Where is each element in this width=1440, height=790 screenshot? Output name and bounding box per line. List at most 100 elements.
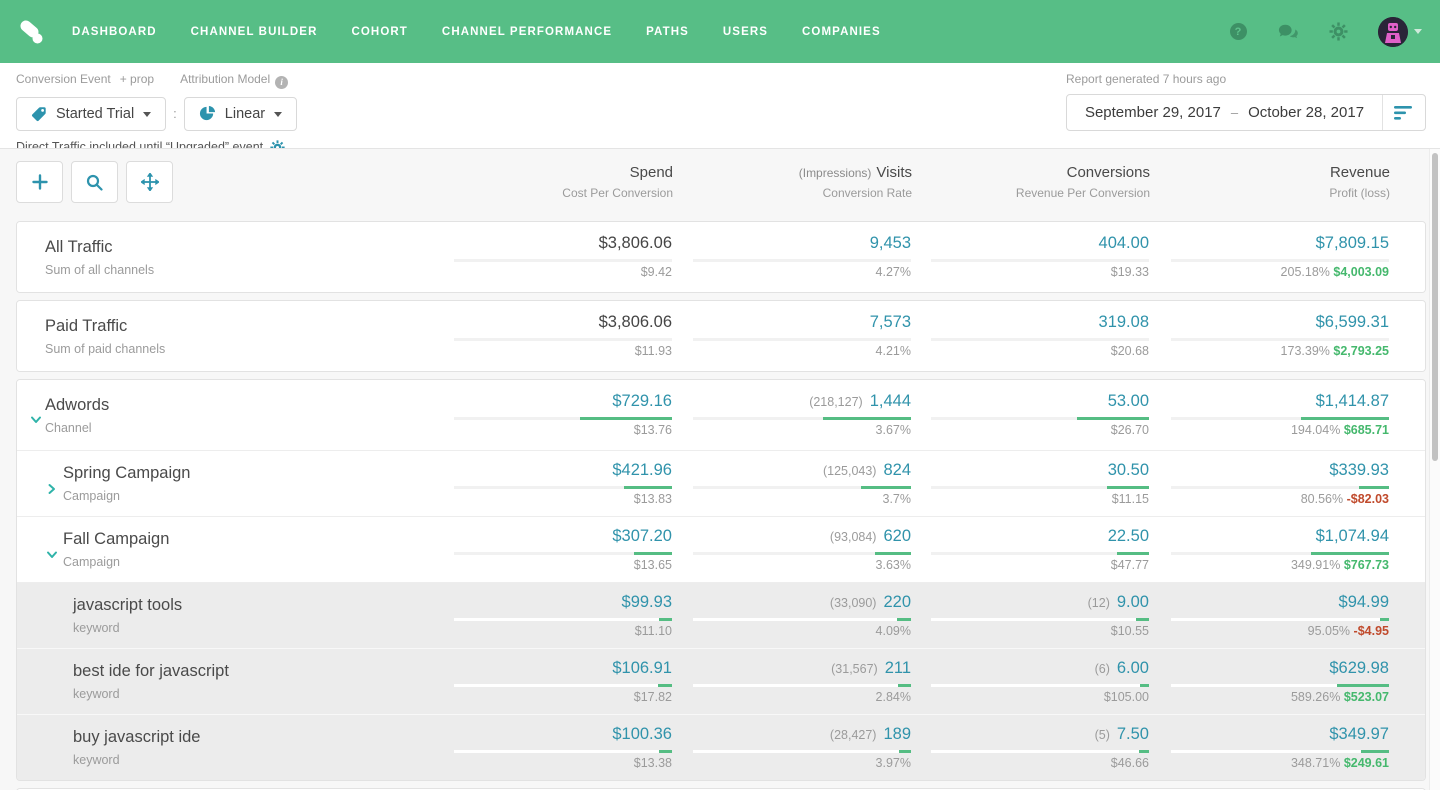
revenue-value[interactable]: $7,809.15 — [1316, 234, 1389, 253]
visits-cell: (218,127)1,444 3.67% — [672, 380, 911, 450]
row-title: Fall Campaign — [63, 530, 169, 549]
chat-icon[interactable] — [1278, 22, 1298, 42]
conversions-value[interactable]: 404.00 — [1099, 234, 1149, 253]
table-row[interactable]: All Traffic Sum of all channels $3,806.0… — [17, 222, 1425, 292]
add-prop-link[interactable]: + prop — [120, 72, 154, 89]
expander-icon[interactable] — [30, 414, 42, 426]
revenue-cell: $1,414.87 194.04% $685.71 — [1149, 380, 1389, 450]
revenue-value[interactable]: $629.98 — [1329, 659, 1389, 678]
revenue-value[interactable]: $6,599.31 — [1316, 313, 1389, 332]
revenue-value[interactable]: $349.97 — [1329, 725, 1389, 744]
search-button[interactable] — [71, 161, 118, 203]
avatar[interactable] — [1378, 17, 1408, 47]
nav-item-channel-performance[interactable]: CHANNEL PERFORMANCE — [442, 26, 612, 38]
spend-bar-track — [454, 417, 672, 420]
conversion-rate: 2.84% — [876, 690, 911, 705]
revenue-per-conversion: $11.15 — [1112, 492, 1149, 507]
revenue-value[interactable]: $339.93 — [1329, 461, 1389, 480]
nav-item-users[interactable]: USERS — [723, 26, 768, 38]
visits-value[interactable]: 1,444 — [870, 392, 911, 411]
cost-per-conversion: $13.65 — [634, 558, 672, 573]
column-header-visits[interactable]: (Impressions)Visits Conversion Rate — [673, 161, 912, 200]
column-header-revenue[interactable]: Revenue Profit (loss) — [1150, 161, 1390, 200]
visits-bar-track — [693, 684, 911, 687]
nav-right: ? — [1228, 17, 1440, 47]
revenue-value[interactable]: $1,414.87 — [1316, 392, 1389, 411]
table-row[interactable]: Adwords Channel $729.16 $13.76 (218,127)… — [17, 380, 1425, 450]
info-icon[interactable]: i — [275, 76, 288, 89]
visits-value[interactable]: 9,453 — [870, 234, 911, 253]
profit-value: $249.61 — [1344, 756, 1389, 770]
date-range-picker[interactable]: September 29, 2017 – October 28, 2017 — [1066, 94, 1426, 131]
profit-value: $767.73 — [1344, 558, 1389, 572]
column-header-conversions[interactable]: Conversions Revenue Per Conversion — [912, 161, 1150, 200]
nav-item-dashboard[interactable]: DASHBOARD — [72, 26, 157, 38]
attribution-model-dropdown[interactable]: Linear — [184, 97, 297, 131]
table-row[interactable]: buy javascript ide keyword $100.36 $13.3… — [17, 714, 1425, 780]
date-separator: – — [1231, 105, 1238, 120]
date-filter-button[interactable] — [1383, 106, 1425, 120]
top-nav: DASHBOARD CHANNEL BUILDER COHORT CHANNEL… — [0, 0, 1440, 63]
table-row[interactable]: Paid Traffic Sum of paid channels $3,806… — [17, 301, 1425, 371]
spend-value[interactable]: $106.91 — [612, 659, 672, 678]
revenue-value[interactable]: $94.99 — [1339, 593, 1389, 612]
spend-value[interactable]: $421.96 — [612, 461, 672, 480]
scrollbar[interactable] — [1429, 149, 1440, 790]
conversions-cell: 22.50 $47.77 — [911, 517, 1149, 582]
spend-value[interactable]: $99.93 — [622, 593, 672, 612]
conversions-value[interactable]: 6.00 — [1117, 659, 1149, 678]
conversions-value[interactable]: 7.50 — [1117, 725, 1149, 744]
table-row[interactable]: Spring Campaign Campaign $421.96 $13.83 … — [17, 450, 1425, 516]
spend-cell: $421.96 $13.83 — [450, 451, 672, 516]
nav-item-channel-builder[interactable]: CHANNEL BUILDER — [191, 26, 318, 38]
spend-value[interactable]: $3,806.06 — [599, 234, 672, 253]
conversions-value[interactable]: 53.00 — [1108, 392, 1149, 411]
revenue-bar-fill — [1337, 684, 1389, 687]
table-row[interactable]: Fall Campaign Campaign $307.20 $13.65 (9… — [17, 516, 1425, 582]
visits-bar-fill — [823, 417, 911, 420]
spend-value[interactable]: $100.36 — [612, 725, 672, 744]
conversions-value[interactable]: 30.50 — [1108, 461, 1149, 480]
visits-value[interactable]: 189 — [883, 725, 911, 744]
conversions-value[interactable]: 319.08 — [1099, 313, 1149, 332]
conversion-rate: 4.27% — [876, 265, 911, 280]
conversions-value[interactable]: 9.00 — [1117, 593, 1149, 612]
conversions-bar-fill — [1107, 486, 1149, 489]
table-row[interactable]: javascript tools keyword $99.93 $11.10 (… — [17, 582, 1425, 648]
spend-value[interactable]: $307.20 — [612, 527, 672, 546]
spend-cell: $100.36 $13.38 — [450, 715, 672, 780]
app-logo-icon[interactable] — [14, 15, 48, 49]
visits-value[interactable]: 220 — [883, 593, 911, 612]
search-icon — [86, 174, 103, 191]
nav-item-paths[interactable]: PATHS — [646, 26, 689, 38]
revenue-value[interactable]: $1,074.94 — [1316, 527, 1389, 546]
visits-value[interactable]: 824 — [883, 461, 911, 480]
conversions-bar-track — [931, 552, 1149, 555]
impressions-value: (93,084) — [830, 530, 877, 544]
add-channel-button[interactable] — [16, 161, 63, 203]
reorder-button[interactable] — [126, 161, 173, 203]
help-icon[interactable]: ? — [1228, 22, 1248, 42]
table-header: Spend Cost Per Conversion (Impressions)V… — [16, 161, 1426, 221]
settings-gear-icon[interactable] — [1328, 22, 1348, 42]
visits-value[interactable]: 7,573 — [870, 313, 911, 332]
nav-item-companies[interactable]: COMPANIES — [802, 26, 881, 38]
spend-value[interactable]: $3,806.06 — [599, 313, 672, 332]
nav-item-cohort[interactable]: COHORT — [351, 26, 407, 38]
date-end: October 28, 2017 — [1248, 104, 1364, 121]
revenue-bar-fill — [1380, 618, 1389, 621]
spend-cell: $3,806.06 $11.93 — [450, 301, 672, 371]
column-header-spend[interactable]: Spend Cost Per Conversion — [451, 161, 673, 200]
table-row[interactable]: best ide for javascript keyword $106.91 … — [17, 648, 1425, 714]
visits-value[interactable]: 211 — [885, 659, 911, 678]
conversion-rate: 3.67% — [876, 423, 911, 438]
profit-percent: 194.04% — [1291, 423, 1340, 437]
expander-icon[interactable] — [46, 549, 58, 561]
scrollbar-thumb[interactable] — [1432, 153, 1438, 461]
visits-value[interactable]: 620 — [883, 527, 911, 546]
user-menu[interactable] — [1378, 17, 1422, 47]
expander-icon[interactable] — [46, 483, 58, 495]
spend-value[interactable]: $729.16 — [612, 392, 672, 411]
conversion-event-dropdown[interactable]: Started Trial — [16, 97, 166, 131]
conversions-value[interactable]: 22.50 — [1108, 527, 1149, 546]
